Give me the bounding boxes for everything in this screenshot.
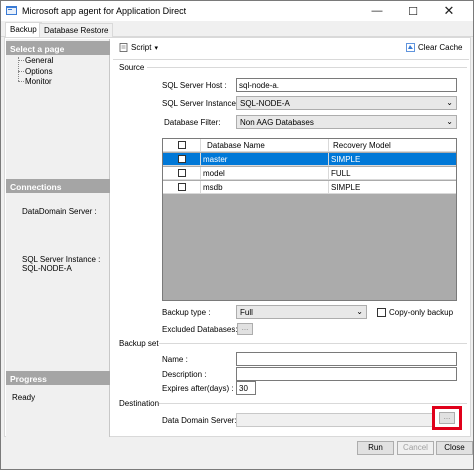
recovery-model-cell: FULL [331,169,351,178]
column-divider [200,181,201,194]
sql-instance-value: SQL-NODE-A [240,99,290,108]
close-window-button[interactable]: ✕ [435,1,463,21]
app-icon [6,6,17,15]
data-domain-server-input[interactable] [236,413,434,427]
database-name-cell: msdb [203,183,223,192]
connections-header: Connections [6,179,110,193]
sql-host-input[interactable]: sql-node-a. [236,78,457,92]
backup-set-section-label: Backup set [119,339,159,348]
database-filter-value: Non AAG Databases [240,118,314,127]
select-page-header: Select a page [6,41,110,55]
sql-instance-label: SQL Server Instance : [162,99,241,108]
tab-backup[interactable]: Backup [5,22,42,38]
source-divider [147,67,467,68]
row-checkbox[interactable] [178,169,186,177]
database-filter-label: Database Filter: [164,118,221,127]
column-header-recovery-model[interactable]: Recovery Model [333,141,391,150]
database-name-cell: master [203,155,228,164]
select-all-checkbox[interactable] [178,141,186,149]
clear-cache-label: Clear Cache [418,43,463,52]
title-bar: Microsoft app agent for Application Dire… [1,1,473,21]
copy-only-label: Copy-only backup [389,308,454,317]
column-divider [328,139,329,152]
script-button[interactable]: Script ▾ [119,43,158,52]
tree-branch [18,71,24,72]
page-item-monitor[interactable]: Monitor [25,77,52,86]
clear-cache-button[interactable]: Clear Cache [406,43,462,52]
column-divider [200,167,201,180]
column-divider [328,167,329,180]
chevron-down-icon: ⌄ [446,117,453,126]
connection-sql-instance-value: SQL-NODE-A [22,264,72,273]
backup-set-divider [159,343,467,344]
excluded-databases-label: Excluded Databases: [162,325,238,334]
database-name-cell: model [203,169,225,178]
cancel-button[interactable]: Cancel [397,441,434,455]
chevron-down-icon: ⌄ [356,307,363,316]
column-divider [328,153,329,166]
expires-after-input[interactable]: 30 [236,381,256,395]
progress-status: Ready [12,393,36,402]
left-panel: Select a page General Options Monitor Co… [6,39,110,437]
row-checkbox[interactable] [178,183,186,191]
sql-host-label: SQL Server Host : [162,81,227,90]
close-button[interactable]: Close [436,441,473,455]
toolbar-divider [113,59,469,60]
backup-name-label: Name : [162,355,188,364]
window-title: Microsoft app agent for Application Dire… [22,6,187,16]
chevron-down-icon: ⌄ [446,98,453,107]
page-item-general[interactable]: General [25,56,53,65]
maximize-button[interactable]: ☐ [399,1,427,21]
grid-header-row: Database Name Recovery Model [163,139,456,152]
tab-strip: Backup Database Restore [1,21,473,38]
tree-branch [18,81,24,82]
run-button[interactable]: Run [357,441,394,455]
row-checkbox[interactable] [178,155,186,163]
data-domain-server-label: Data Domain Server: [162,416,237,425]
table-row[interactable]: model FULL [163,167,456,180]
table-row[interactable]: msdb SIMPLE [163,181,456,194]
expires-after-label: Expires after(days) : [162,384,234,393]
description-label: Description : [162,370,207,379]
recovery-model-cell: SIMPLE [331,183,361,192]
column-header-database-name[interactable]: Database Name [207,141,265,150]
backup-name-input[interactable] [236,352,457,366]
page-item-options[interactable]: Options [25,67,53,76]
backup-type-label: Backup type : [162,308,211,317]
backup-type-value: Full [240,308,253,317]
datadomain-server-label: DataDomain Server : [22,207,97,216]
column-divider [200,153,201,166]
database-grid: Database Name Recovery Model master SIMP… [162,138,457,301]
table-row[interactable]: master SIMPLE [163,153,456,166]
backup-type-select[interactable]: Full ⌄ [236,305,367,319]
sql-instance-select[interactable]: SQL-NODE-A ⌄ [236,96,457,110]
clear-cache-icon [406,43,415,52]
copy-only-checkbox[interactable] [377,308,386,317]
database-filter-select[interactable]: Non AAG Databases ⌄ [236,115,457,129]
chevron-down-icon: ▾ [154,44,158,52]
tab-database-restore[interactable]: Database Restore [39,23,114,37]
column-divider [328,181,329,194]
script-label: Script [131,43,152,52]
progress-header: Progress [6,371,110,385]
column-divider [200,139,201,152]
destination-section-label: Destination [119,399,160,408]
destination-divider [159,403,467,404]
recovery-model-cell: SIMPLE [331,155,361,164]
description-input[interactable] [236,367,457,381]
app-window: Microsoft app agent for Application Dire… [0,0,474,470]
source-section-label: Source [119,63,145,72]
toolbar: Script ▾ Clear Cache [113,40,469,58]
highlight-box [432,406,462,430]
script-icon [119,43,128,52]
excluded-databases-browse-button[interactable]: ... [237,323,253,335]
tree-branch [18,60,24,61]
connection-sql-instance-label: SQL Server Instance : [22,255,101,264]
minimize-button[interactable]: — [363,1,391,21]
